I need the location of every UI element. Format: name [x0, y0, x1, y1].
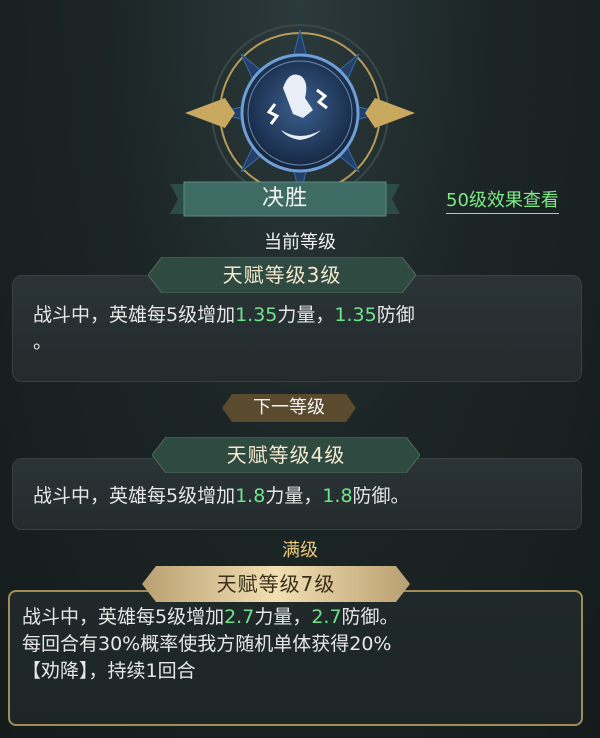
- desc-text: 力量，: [254, 606, 312, 628]
- max-level-title: 天赋等级7级: [216, 572, 336, 596]
- max-level-description: 战斗中，英雄每5级增加2.7力量，2.7防御。 每回合有30%概率使我方随机单体…: [22, 604, 567, 685]
- max-level-panel: 战斗中，英雄每5级增加2.7力量，2.7防御。 每回合有30%概率使我方随机单体…: [8, 590, 583, 726]
- current-level-description: 战斗中，英雄每5级增加1.35力量，1.35防御。: [33, 302, 565, 356]
- next-level-banner: 天赋等级4级: [152, 437, 420, 473]
- current-level-banner: 天赋等级3级: [148, 257, 416, 293]
- lightning-fist-icon: [185, 24, 415, 198]
- skill-emblem: [185, 18, 415, 198]
- strength-value: 1.35: [235, 304, 278, 326]
- next-level-label: 下一等级: [253, 397, 325, 418]
- skill-name-banner: 决胜: [170, 180, 400, 218]
- defense-value: 2.7: [311, 606, 342, 628]
- desc-text: 。: [33, 331, 53, 353]
- desc-text: 防御。: [352, 485, 410, 507]
- next-level-tag: 下一等级: [222, 394, 356, 422]
- max-level-banner: 天赋等级7级: [142, 566, 410, 602]
- next-level-description: 战斗中，英雄每5级增加1.8力量，1.8防御。: [33, 483, 565, 510]
- strength-value: 2.7: [224, 606, 255, 628]
- defense-value: 1.35: [334, 304, 377, 326]
- current-level-title: 天赋等级3级: [222, 263, 342, 287]
- max-level-label: 满级: [282, 540, 318, 561]
- desc-text: 力量，: [265, 485, 323, 507]
- current-level-label: 当前等级: [264, 232, 336, 253]
- next-level-title: 天赋等级4级: [226, 443, 346, 467]
- desc-text: 战斗中，英雄每5级增加: [33, 304, 236, 326]
- desc-text: 战斗中，英雄每5级增加: [22, 606, 225, 628]
- desc-text: 【劝降】，持续1回合: [22, 660, 196, 682]
- desc-text: 战斗中，英雄每5级增加: [33, 485, 236, 507]
- strength-value: 1.8: [235, 485, 266, 507]
- defense-value: 1.8: [322, 485, 353, 507]
- desc-text: 防御: [376, 304, 415, 326]
- desc-text: 每回合有30%概率使我方随机单体获得20%: [22, 633, 392, 655]
- desc-text: 防御。: [341, 606, 399, 628]
- skill-name: 决胜: [261, 186, 308, 211]
- desc-text: 力量，: [277, 304, 335, 326]
- level-50-effect-link[interactable]: 50级效果查看: [446, 186, 559, 214]
